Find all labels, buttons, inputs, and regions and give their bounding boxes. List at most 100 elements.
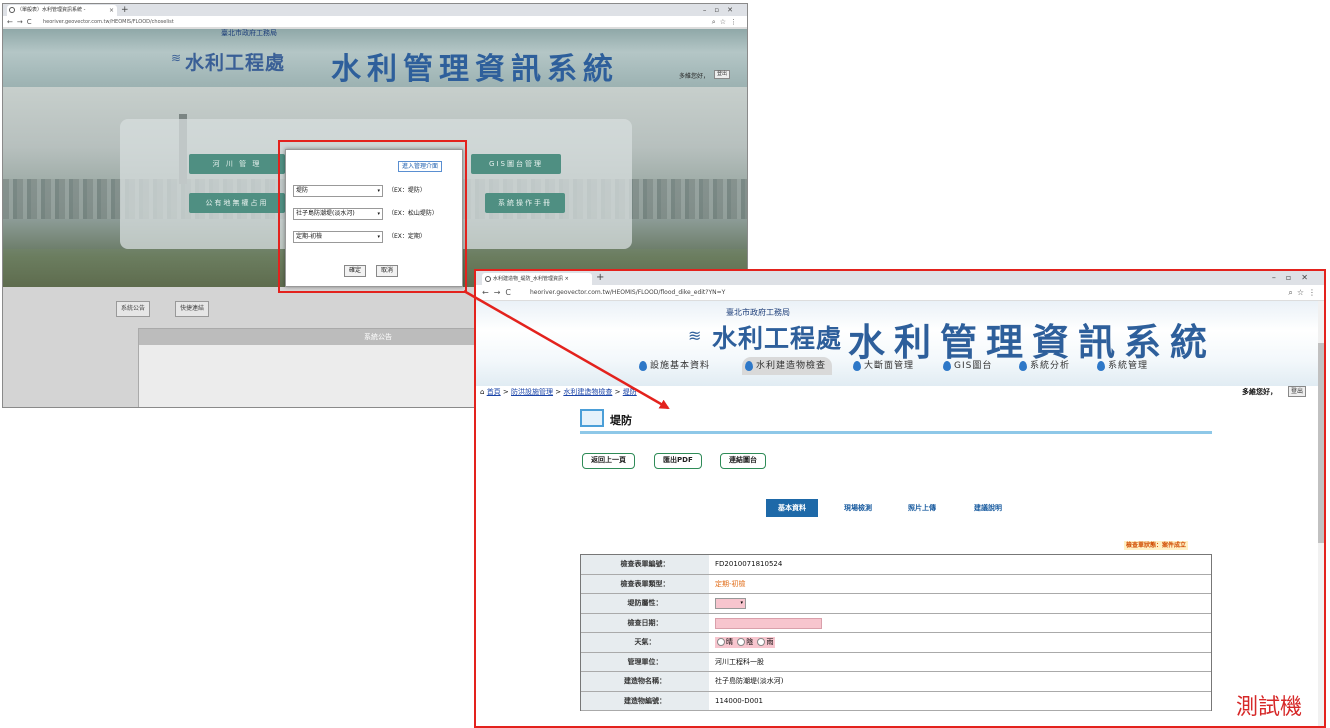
form-label: 建造物名稱： (581, 672, 709, 691)
menu-facility-data[interactable]: 設施基本資料 (636, 357, 716, 375)
form-row: 天氣： 晴 陰 雨 (581, 633, 1211, 653)
crumb-separator: > (614, 388, 621, 396)
water-drop-icon (853, 361, 861, 371)
tab-strip: 水利建造物_堤防_水利管理資訊 × + –▫✕ (476, 271, 1324, 285)
menu-label: 水利建造物檢查 (756, 361, 827, 371)
form-label: 管理單位： (581, 652, 709, 671)
crumb-structure-inspection[interactable]: 水利建造物檢查 (563, 388, 612, 396)
browser-toolbar-icons[interactable]: ⌕☆⋮ (712, 16, 741, 28)
browser-tab[interactable]: （單般表）水利管理資訊系統 - × (7, 5, 117, 16)
breadcrumb: ⌂ 首頁 > 防洪設施管理 > 水利建造物檢查 > 堤防 (480, 386, 637, 398)
form-row: 檢查表單編號： FD2010071810524 (581, 555, 1211, 575)
inspection-date-input[interactable] (715, 617, 822, 629)
gis-management-button[interactable]: GIS圖台管理 (471, 154, 561, 174)
radio-cloudy[interactable] (737, 638, 746, 646)
tab-photo-upload[interactable]: 照片上傳 (896, 499, 948, 517)
water-drop-icon (1019, 361, 1027, 371)
form-label: 檢查表單編號： (581, 555, 709, 574)
test-machine-watermark: 測試機 (1236, 695, 1303, 720)
tab-title: 水利建造物_堤防_水利管理資訊 × (493, 276, 569, 282)
foreground-browser-window: 水利建造物_堤防_水利管理資訊 × + –▫✕ ←→C heoriver.geo… (474, 269, 1326, 728)
form-row: 檢查日期： (581, 613, 1211, 633)
crumb-home[interactable]: 首頁 (487, 388, 501, 396)
crumb-separator: > (555, 388, 562, 396)
title-divider (580, 431, 1212, 434)
nav-arrows-icon[interactable]: ←→C (482, 285, 516, 301)
logout-button[interactable]: 登出 (1288, 386, 1307, 397)
tab-announcements[interactable]: 系統公告 (116, 301, 151, 317)
water-drop-icon (639, 361, 647, 371)
menu-structure-inspection[interactable]: 水利建造物檢查 (742, 357, 833, 375)
agency-logo: 水利工程處 (712, 324, 843, 353)
radio-label: 雨 (766, 638, 774, 646)
tab-basic-data[interactable]: 基本資料 (766, 499, 818, 517)
browser-toolbar-icons[interactable]: ⌕☆⋮ (1288, 285, 1320, 301)
tab-quick-links[interactable]: 快捷連結 (175, 301, 210, 317)
book-icon (580, 409, 604, 427)
menu-label: 大斷面管理 (864, 361, 915, 371)
tab-suggestions[interactable]: 建議說明 (962, 499, 1014, 517)
logo-swoosh-icon: ≋ (688, 326, 702, 345)
menu-cross-section[interactable]: 大斷面管理 (850, 357, 920, 375)
form-type-value: 定期-初檢 (715, 579, 746, 588)
tab-title: （單般表）水利管理資訊系統 - (17, 7, 86, 13)
agency-small-label: 臺北市政府工務局 (726, 308, 790, 317)
river-management-button[interactable]: 河 川 管 理 (189, 154, 285, 174)
menu-gis[interactable]: GIS圖台 (940, 357, 998, 375)
new-tab-icon[interactable]: + (121, 4, 129, 16)
window-controls[interactable]: –▫✕ (1272, 271, 1318, 285)
menu-analysis[interactable]: 系統分析 (1016, 357, 1076, 375)
inspection-form: 檢查表單編號： FD2010071810524 檢查表單類型： 定期-初檢 堤防… (580, 554, 1212, 711)
url-text[interactable]: heoriver.geovector.com.tw/HEOMIS/FLOOD/c… (43, 18, 174, 26)
management-unit-value: 河川工程科一股 (715, 657, 764, 666)
form-label: 天氣： (581, 633, 709, 652)
structure-name-value: 社子島防潮堤(淡水河) (715, 677, 784, 685)
tab-favicon-icon (485, 276, 491, 282)
water-drop-icon (1097, 361, 1105, 371)
menu-label: 系統分析 (1030, 361, 1071, 371)
weather-radio-group: 晴 陰 雨 (715, 637, 776, 648)
menu-label: 系統管理 (1108, 361, 1149, 371)
dike-attribute-select[interactable]: ▾ (715, 598, 746, 609)
crumb-flood-facility[interactable]: 防洪設施管理 (511, 388, 553, 396)
agency-small-label: 臺北市政府工務局 (221, 29, 277, 37)
radio-sunny[interactable] (717, 638, 725, 646)
window-controls[interactable]: –▫✕ (703, 4, 741, 16)
public-land-button[interactable]: 公有地無權占用 (189, 193, 285, 213)
address-bar[interactable]: ←→C heoriver.geovector.com.tw/HEOMIS/FLO… (476, 285, 1324, 301)
home-icon: ⌂ (480, 388, 485, 396)
browser-tab[interactable]: 水利建造物_堤防_水利管理資訊 × (482, 273, 592, 285)
status-badge: 檢查單狀態：案件成立 (1124, 541, 1189, 550)
new-tab-icon[interactable]: + (596, 271, 604, 285)
close-tab-icon[interactable]: × (109, 5, 114, 16)
manual-button[interactable]: 系統操作手冊 (485, 193, 565, 213)
greeting: 多維您好， (1242, 388, 1277, 396)
radio-rain[interactable] (757, 638, 766, 646)
system-title: 水利管理資訊系統 (331, 52, 619, 87)
tab-field-inspection[interactable]: 現場檢測 (832, 499, 884, 517)
dialog-highlight-box (278, 140, 467, 293)
crumb-dike[interactable]: 堤防 (623, 388, 637, 396)
logo-swoosh-icon: ≋ (171, 51, 182, 65)
menu-system[interactable]: 系統管理 (1094, 357, 1154, 375)
tab-favicon-icon (9, 7, 15, 13)
page-title: 堤防 (610, 414, 632, 427)
menu-label: 設施基本資料 (650, 361, 711, 371)
form-label: 建造物編號： (581, 691, 709, 710)
radio-label: 晴 (726, 638, 733, 646)
form-row: 堤防屬性： ▾ (581, 594, 1211, 614)
export-pdf-button[interactable]: 匯出PDF (654, 453, 702, 469)
nav-arrows-icon[interactable]: ←→C (7, 16, 36, 28)
form-label: 檢查表單類型： (581, 574, 709, 593)
link-map-button[interactable]: 連結圖台 (720, 453, 766, 469)
logout-button[interactable]: 登出 (714, 70, 731, 79)
agency-logo: 水利工程處 (185, 52, 286, 74)
url-text[interactable]: heoriver.geovector.com.tw/HEOMIS/FLOOD/f… (530, 285, 725, 301)
back-button[interactable]: 返回上一頁 (582, 453, 635, 469)
form-row: 管理單位： 河川工程科一股 (581, 652, 1211, 672)
tab-strip: （單般表）水利管理資訊系統 - × + –▫✕ (3, 4, 747, 16)
chevron-down-icon: ▾ (740, 600, 743, 606)
scrollbar[interactable] (1318, 301, 1324, 726)
scrollbar-thumb[interactable] (1318, 343, 1324, 543)
address-bar[interactable]: ←→C heoriver.geovector.com.tw/HEOMIS/FLO… (3, 16, 747, 28)
